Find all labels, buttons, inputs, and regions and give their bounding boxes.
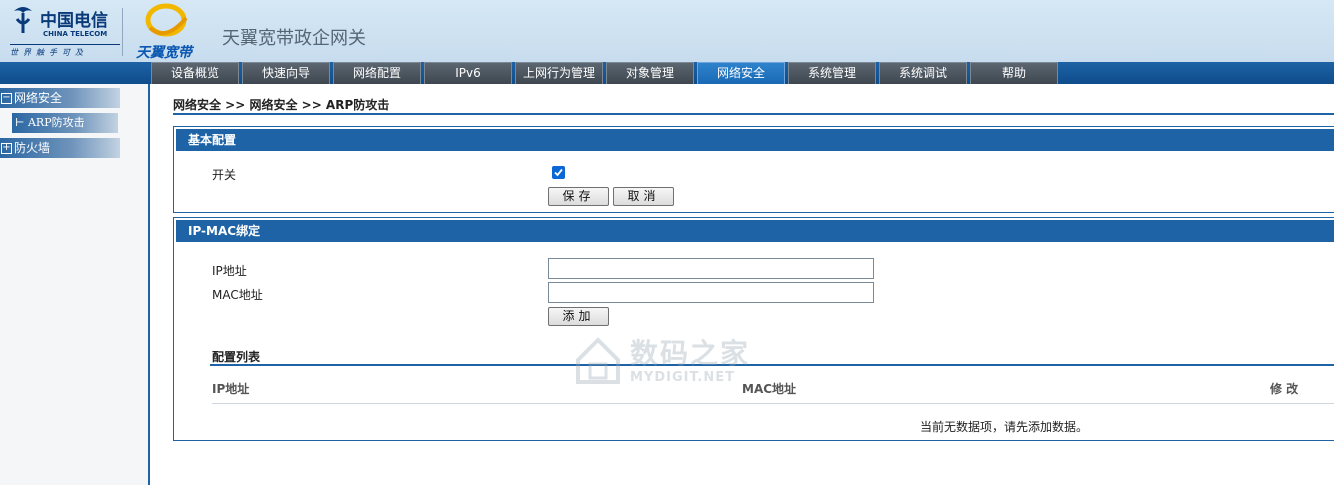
save-button[interactable]: 保存 — [548, 187, 609, 206]
watermark: 数码之家 MYDIGIT.NET — [570, 330, 770, 390]
config-list-underline — [210, 364, 1334, 366]
breadcrumb: 网络安全 >> 网络安全 >> ARP防攻击 — [173, 98, 390, 112]
mac-address-input[interactable] — [548, 282, 874, 303]
china-telecom-logo: 中国电信 CHINA TELECOM 世界触手可及 — [0, 0, 122, 62]
tab-system-management[interactable]: 系统管理 — [788, 62, 876, 84]
watermark-en: MYDIGIT.NET — [630, 370, 735, 385]
app-title: 天翼宽带政企网关 — [222, 28, 366, 49]
expand-icon[interactable]: + — [1, 143, 12, 154]
breadcrumb-underline — [173, 113, 1334, 115]
telecom-logo-en: CHINA TELECOM — [43, 30, 108, 38]
switch-label: 开关 — [212, 168, 237, 182]
sidebar-item-firewall[interactable]: + 防火墙 — [0, 138, 120, 158]
house-logo-icon — [576, 337, 620, 384]
tianyi-logo-text: 天翼宽带 — [136, 45, 192, 61]
tab-network-config[interactable]: 网络配置 — [333, 62, 421, 84]
switch-checkbox[interactable] — [552, 166, 565, 179]
sidebar-item-arp-defense[interactable]: ⊢ ARP防攻击 — [12, 113, 118, 133]
ip-mac-binding-section: IP-MAC绑定 — [173, 217, 1334, 441]
sidebar: − 网络安全 ⊢ ARP防攻击 + 防火墙 — [0, 84, 150, 485]
config-list-title: 配置列表 — [212, 350, 261, 364]
section-title: IP-MAC绑定 — [176, 220, 1334, 242]
add-button[interactable]: 添加 — [548, 307, 609, 326]
tab-ipv6[interactable]: IPv6 — [424, 62, 512, 84]
section-title: 基本配置 — [176, 129, 1334, 151]
tianyi-logo: 天翼宽带 — [130, 0, 210, 62]
empty-list-message: 当前无数据项，请先添加数据。 — [920, 420, 1089, 434]
header-row-divider — [212, 403, 1334, 404]
ip-address-label: IP地址 — [212, 264, 247, 278]
sidebar-sub-label: ARP防攻击 — [27, 116, 85, 129]
watermark-cn: 数码之家 — [630, 337, 751, 370]
mac-address-label: MAC地址 — [212, 288, 263, 302]
tab-device-overview[interactable]: 设备概览 — [151, 62, 239, 84]
cancel-button[interactable]: 取消 — [613, 187, 674, 206]
sidebar-item-network-security[interactable]: − 网络安全 — [0, 88, 120, 108]
checkmark-icon — [554, 168, 563, 177]
telecom-swirl-icon — [14, 7, 32, 33]
telecom-logo-cn: 中国电信 — [40, 11, 108, 31]
tab-behavior-management[interactable]: 上网行为管理 — [515, 62, 603, 84]
tree-branch-icon: ⊢ — [15, 116, 28, 129]
collapse-icon[interactable]: − — [1, 93, 12, 104]
column-header-ip: IP地址 — [212, 382, 250, 396]
sidebar-item-label: 防火墙 — [14, 141, 51, 155]
tab-network-security[interactable]: 网络安全 — [697, 62, 785, 84]
tab-help[interactable]: 帮助 — [970, 62, 1058, 84]
tab-quick-wizard[interactable]: 快速向导 — [242, 62, 330, 84]
column-header-edit: 修 改 — [1270, 382, 1299, 396]
tab-system-debug[interactable]: 系统调试 — [879, 62, 967, 84]
ip-address-input[interactable] — [548, 258, 874, 279]
header-banner: 中国电信 CHINA TELECOM 世界触手可及 天翼宽带 天翼宽带政企网关 — [0, 0, 1334, 62]
tianyi-swirl-icon — [145, 3, 188, 37]
tab-object-management[interactable]: 对象管理 — [606, 62, 694, 84]
basic-config-section: 基本配置 — [173, 126, 1334, 213]
sidebar-item-label: 网络安全 — [14, 91, 63, 105]
header-divider — [122, 8, 123, 56]
telecom-slogan: 世界触手可及 — [10, 44, 120, 58]
